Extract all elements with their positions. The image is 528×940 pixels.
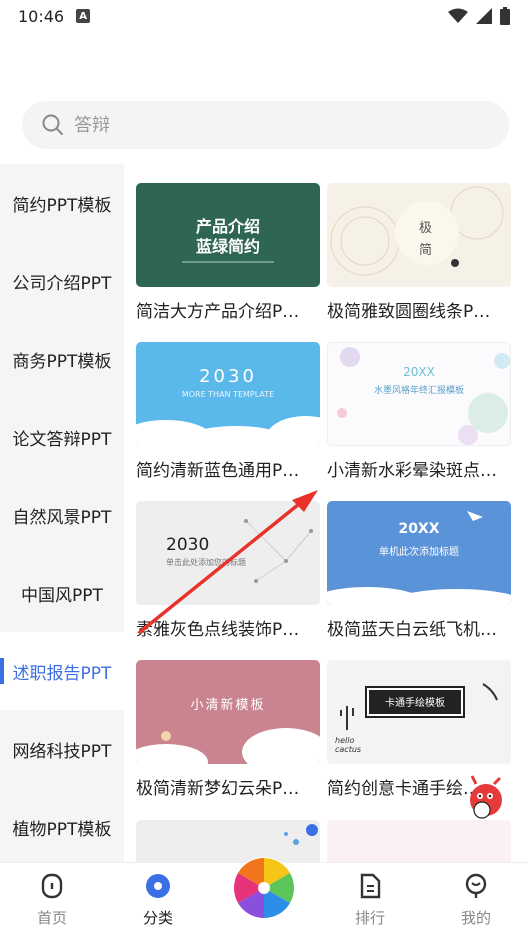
battery-icon — [500, 7, 510, 25]
nav-home[interactable]: 首页 — [22, 873, 82, 928]
sidebar-item-chinese-ppt[interactable]: 中国风PPT — [0, 554, 124, 632]
template-card[interactable]: 产品介绍 蓝绿简约 简洁大方产品介绍P… — [136, 183, 320, 322]
status-time: 10:46 — [18, 6, 65, 26]
sidebar-item-simple-ppt[interactable]: 简约PPT模板 — [0, 164, 124, 242]
sidebar-item-label: 简约PPT模板 — [12, 195, 112, 216]
notification-a-icon: A — [76, 9, 91, 23]
status-icons — [448, 7, 510, 25]
thumb-line — [182, 261, 274, 263]
wifi-icon — [448, 8, 468, 23]
profile-icon — [465, 873, 487, 898]
template-card[interactable]: 2030 单击此处添加您的标题 素雅灰色点线装饰P… — [136, 501, 320, 640]
template-title: 极简蓝天白云纸飞机… — [327, 620, 497, 640]
template-title: 小清新水彩晕染斑点… — [327, 461, 497, 481]
sidebar-item-label: 公司介绍PPT — [12, 273, 112, 294]
sidebar-item-nature-ppt[interactable]: 自然风景PPT — [0, 476, 124, 554]
thumb-title: 20XX — [403, 365, 435, 379]
thumb-subtitle: 水墨风格年终汇报模板 — [373, 386, 464, 396]
nav-profile[interactable]: 我的 — [446, 873, 506, 928]
thumb-title: 极 — [419, 221, 433, 236]
template-thumbnail[interactable]: 卡通手绘模板 hello cactus — [327, 660, 511, 764]
sidebar-item-label: 自然风景PPT — [12, 507, 112, 528]
nav-category[interactable]: 分类 — [128, 873, 188, 928]
sidebar-item-label: 述职报告PPT — [12, 663, 112, 684]
cloud-graphic — [136, 416, 320, 446]
template-card[interactable]: 小清新模板 极简清新梦幻云朵P… — [136, 660, 320, 799]
thumb-subtitle: 蓝绿简约 — [195, 237, 260, 256]
sidebar-item-business-ppt[interactable]: 商务PPT模板 — [0, 320, 124, 398]
search-bar[interactable] — [22, 101, 509, 149]
sidebar-item-label: 植物PPT模板 — [12, 819, 112, 840]
template-card[interactable]: 极 简 极简雅致圆圈线条P… — [327, 183, 511, 322]
template-title: 素雅灰色点线装饰P… — [136, 620, 300, 640]
sidebar-item-report-ppt[interactable]: 述职报告PPT — [0, 632, 124, 710]
sidebar-item-company-ppt[interactable]: 公司介绍PPT — [0, 242, 124, 320]
sidebar-item-label: 商务PPT模板 — [12, 351, 112, 372]
pinwheel-icon[interactable] — [232, 856, 296, 920]
signal-icon — [476, 8, 492, 24]
nav-ranking[interactable]: 排行 — [340, 873, 400, 928]
template-title: 极简雅致圆圈线条P… — [327, 302, 491, 322]
category-icon — [146, 874, 170, 898]
thumb-subtitle: 单击此处添加您的标题 — [166, 558, 246, 567]
category-sidebar: 简约PPT模板 公司介绍PPT 商务PPT模板 论文答辩PPT 自然风景PPT … — [0, 164, 124, 864]
sidebar-item-tech-ppt[interactable]: 网络科技PPT — [0, 710, 124, 788]
active-indicator — [0, 658, 4, 684]
template-thumbnail[interactable]: 小清新模板 — [136, 660, 320, 764]
nav-label: 我的 — [460, 909, 491, 927]
sidebar-item-plant-ppt[interactable]: 植物PPT模板 — [0, 788, 124, 866]
sidebar-item-label: 论文答辩PPT — [12, 429, 112, 450]
search-icon — [42, 114, 63, 135]
dot-line-graphic — [244, 519, 313, 583]
sidebar-item-thesis-ppt[interactable]: 论文答辩PPT — [0, 398, 124, 476]
template-card[interactable]: 2030 MORE THAN TEMPLATE 简约清新蓝色通用P… — [136, 342, 320, 481]
template-thumbnail[interactable]: 2030 单击此处添加您的标题 — [136, 501, 320, 605]
search-input[interactable] — [74, 114, 454, 136]
thumb-subtitle: 简 — [419, 243, 433, 258]
nav-label: 排行 — [354, 909, 385, 927]
home-icon — [41, 873, 63, 899]
template-title: 简洁大方产品介绍P… — [136, 302, 300, 322]
cloud-graphic — [136, 728, 320, 764]
thumb-title: 2030 — [166, 535, 210, 555]
cactus-graphic — [340, 683, 498, 730]
ranking-icon — [360, 873, 381, 899]
template-thumbnail[interactable]: 20XX 单机此次添加标题 — [327, 501, 511, 605]
nav-label: 首页 — [36, 909, 67, 927]
template-title: 简约清新蓝色通用P… — [136, 461, 300, 481]
template-thumbnail[interactable]: 极 简 — [327, 183, 511, 287]
template-card[interactable]: 20XX 单机此次添加标题 极简蓝天白云纸飞机… — [327, 501, 511, 640]
template-card[interactable]: 20XX 水墨风格年终汇报模板 小清新水彩晕染斑点… — [327, 342, 511, 481]
template-thumbnail[interactable]: 产品介绍 蓝绿简约 — [136, 183, 320, 287]
template-thumbnail[interactable]: 2030 MORE THAN TEMPLATE — [136, 342, 320, 446]
sidebar-item-label: 网络科技PPT — [12, 741, 112, 762]
sidebar-item-label: 中国风PPT — [21, 585, 103, 606]
nav-label: 分类 — [142, 909, 173, 927]
cloud-graphic — [327, 511, 511, 605]
mascot-sticker-icon — [470, 775, 502, 819]
status-bar: 10:46 A — [0, 0, 528, 32]
template-thumbnail[interactable]: 20XX 水墨风格年终汇报模板 — [327, 342, 511, 446]
template-title: 极简清新梦幻云朵P… — [136, 779, 300, 799]
